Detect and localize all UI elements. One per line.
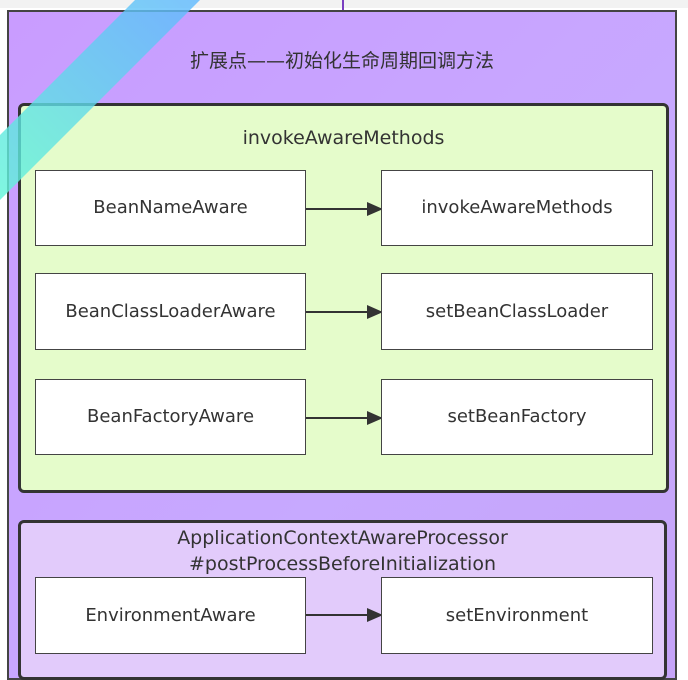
arrow xyxy=(306,411,383,425)
node-invoke-aware-methods: invokeAwareMethods xyxy=(381,170,653,246)
arrow xyxy=(306,608,383,622)
group-title-line2: #postProcessBeforeInitialization xyxy=(188,553,496,575)
group-title-line1: ApplicationContextAwareProcessor xyxy=(177,527,508,549)
connector-line xyxy=(342,0,344,10)
diagram-title: 扩展点——初始化生命周期回调方法 xyxy=(189,50,494,72)
node-set-bean-factory: setBeanFactory xyxy=(381,379,653,455)
node-bean-class-loader-aware: BeanClassLoaderAware xyxy=(35,273,306,350)
top-strip xyxy=(0,0,688,8)
arrow xyxy=(306,305,383,319)
node-bean-name-aware: BeanNameAware xyxy=(35,170,306,246)
arrow xyxy=(306,202,383,216)
group-title: invokeAwareMethods xyxy=(242,127,445,149)
node-set-bean-class-loader: setBeanClassLoader xyxy=(381,273,653,350)
node-set-environment: setEnvironment xyxy=(381,577,653,654)
node-environment-aware: EnvironmentAware xyxy=(35,577,306,654)
node-bean-factory-aware: BeanFactoryAware xyxy=(35,379,306,455)
